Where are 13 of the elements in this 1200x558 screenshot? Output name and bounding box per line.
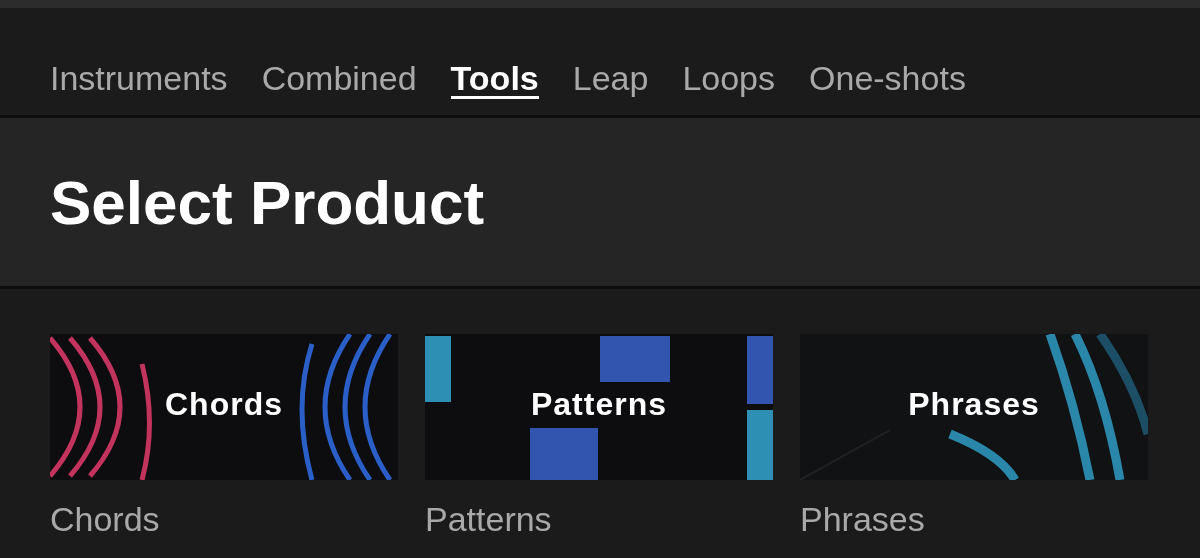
- page-title: Select Product: [50, 166, 485, 238]
- product-label[interactable]: Phrases: [800, 500, 1148, 539]
- artwork-title: Chords: [164, 386, 284, 423]
- tab[interactable]: Tools: [450, 8, 539, 118]
- tab[interactable]: Leap: [572, 8, 649, 118]
- tab[interactable]: Instruments: [50, 8, 228, 118]
- artwork-title: Patterns: [529, 386, 668, 423]
- tab[interactable]: Combined: [261, 8, 417, 118]
- tab[interactable]: Loops: [682, 8, 776, 118]
- tab[interactable]: One-shots: [809, 8, 966, 118]
- product-label[interactable]: Patterns: [425, 500, 773, 539]
- product-label[interactable]: Chords: [50, 500, 398, 539]
- artwork-title: Phrases: [907, 386, 1041, 423]
